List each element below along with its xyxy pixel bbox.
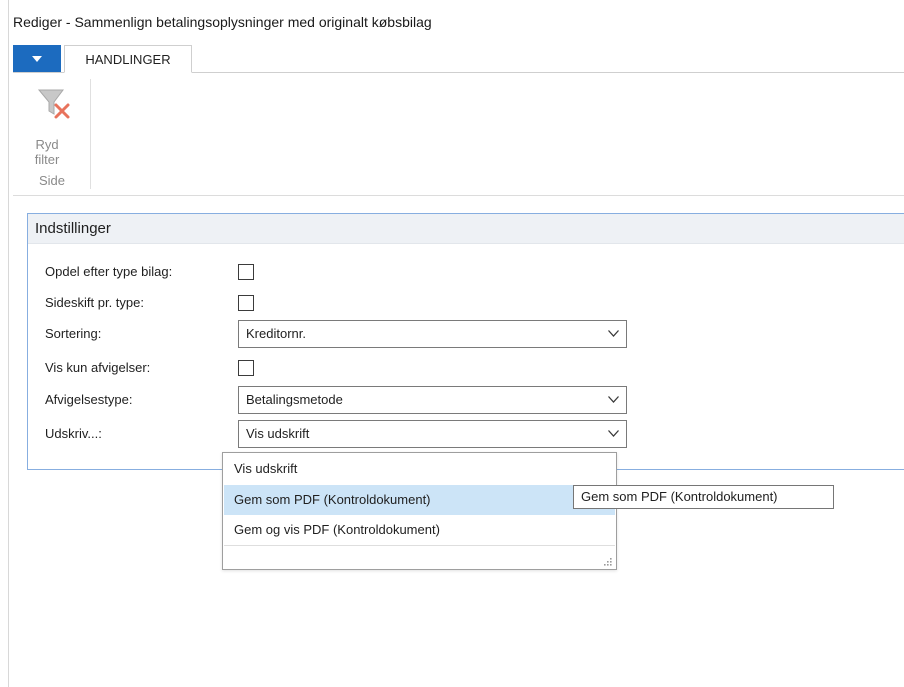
app-menu-button[interactable] <box>13 45 61 72</box>
dropdown-option-vis-udskrift[interactable]: Vis udskrift <box>224 454 615 484</box>
panel-header[interactable]: Indstillinger <box>28 214 904 244</box>
deviations-checkbox[interactable] <box>238 360 254 376</box>
chevron-down-icon <box>608 330 619 337</box>
dropdown-option-gem-som-pdf[interactable]: Gem som PDF (Kontroldokument) <box>224 485 615 515</box>
print-value: Vis udskrift <box>246 426 310 441</box>
window-left-edge <box>0 0 9 687</box>
split-checkbox[interactable] <box>238 264 254 280</box>
deviations-label: Vis kun afvigelser: <box>45 360 151 375</box>
print-label: Udskriv...: <box>45 426 102 441</box>
dropdown-option-gem-og-vis-pdf[interactable]: Gem og vis PDF (Kontroldokument) <box>224 515 615 545</box>
window-title: Rediger - Sammenlign betalingsoplysninge… <box>13 14 432 30</box>
devtype-label: Afvigelsestype: <box>45 392 133 407</box>
tooltip: Gem som PDF (Kontroldokument) <box>573 485 834 509</box>
sort-value: Kreditornr. <box>246 326 306 341</box>
chevron-down-icon <box>608 430 619 437</box>
tab-handlinger[interactable]: HANDLINGER <box>64 45 192 73</box>
pagebreak-label: Sideskift pr. type: <box>45 295 144 310</box>
print-select[interactable]: Vis udskrift <box>238 420 627 448</box>
chevron-down-icon <box>608 396 619 403</box>
clear-filter-label-line1: Ryd <box>35 137 59 152</box>
clear-filter-label: Ryd filter <box>23 137 71 167</box>
print-dropdown-list: Vis udskrift Gem som PDF (Kontroldokumen… <box>222 452 617 570</box>
ribbon-group-side: Ryd filter Side <box>13 79 91 189</box>
ribbon: Ryd filter Side <box>13 72 904 196</box>
sort-label: Sortering: <box>45 326 102 341</box>
devtype-select[interactable]: Betalingsmetode <box>238 386 627 414</box>
pagebreak-checkbox[interactable] <box>238 295 254 311</box>
settings-panel: Indstillinger Opdel efter type bilag: Si… <box>27 213 904 470</box>
ribbon-group-label: Side <box>38 173 66 188</box>
caret-down-icon <box>32 55 42 62</box>
devtype-value: Betalingsmetode <box>246 392 343 407</box>
clear-filter-button[interactable]: Ryd filter <box>23 83 81 167</box>
resize-grip-icon[interactable] <box>603 557 613 567</box>
split-label: Opdel efter type bilag: <box>45 264 173 279</box>
clear-filter-icon <box>37 89 70 119</box>
clear-filter-label-line2: filter <box>34 152 60 167</box>
dropdown-footer <box>224 545 615 569</box>
sort-select[interactable]: Kreditornr. <box>238 320 627 348</box>
